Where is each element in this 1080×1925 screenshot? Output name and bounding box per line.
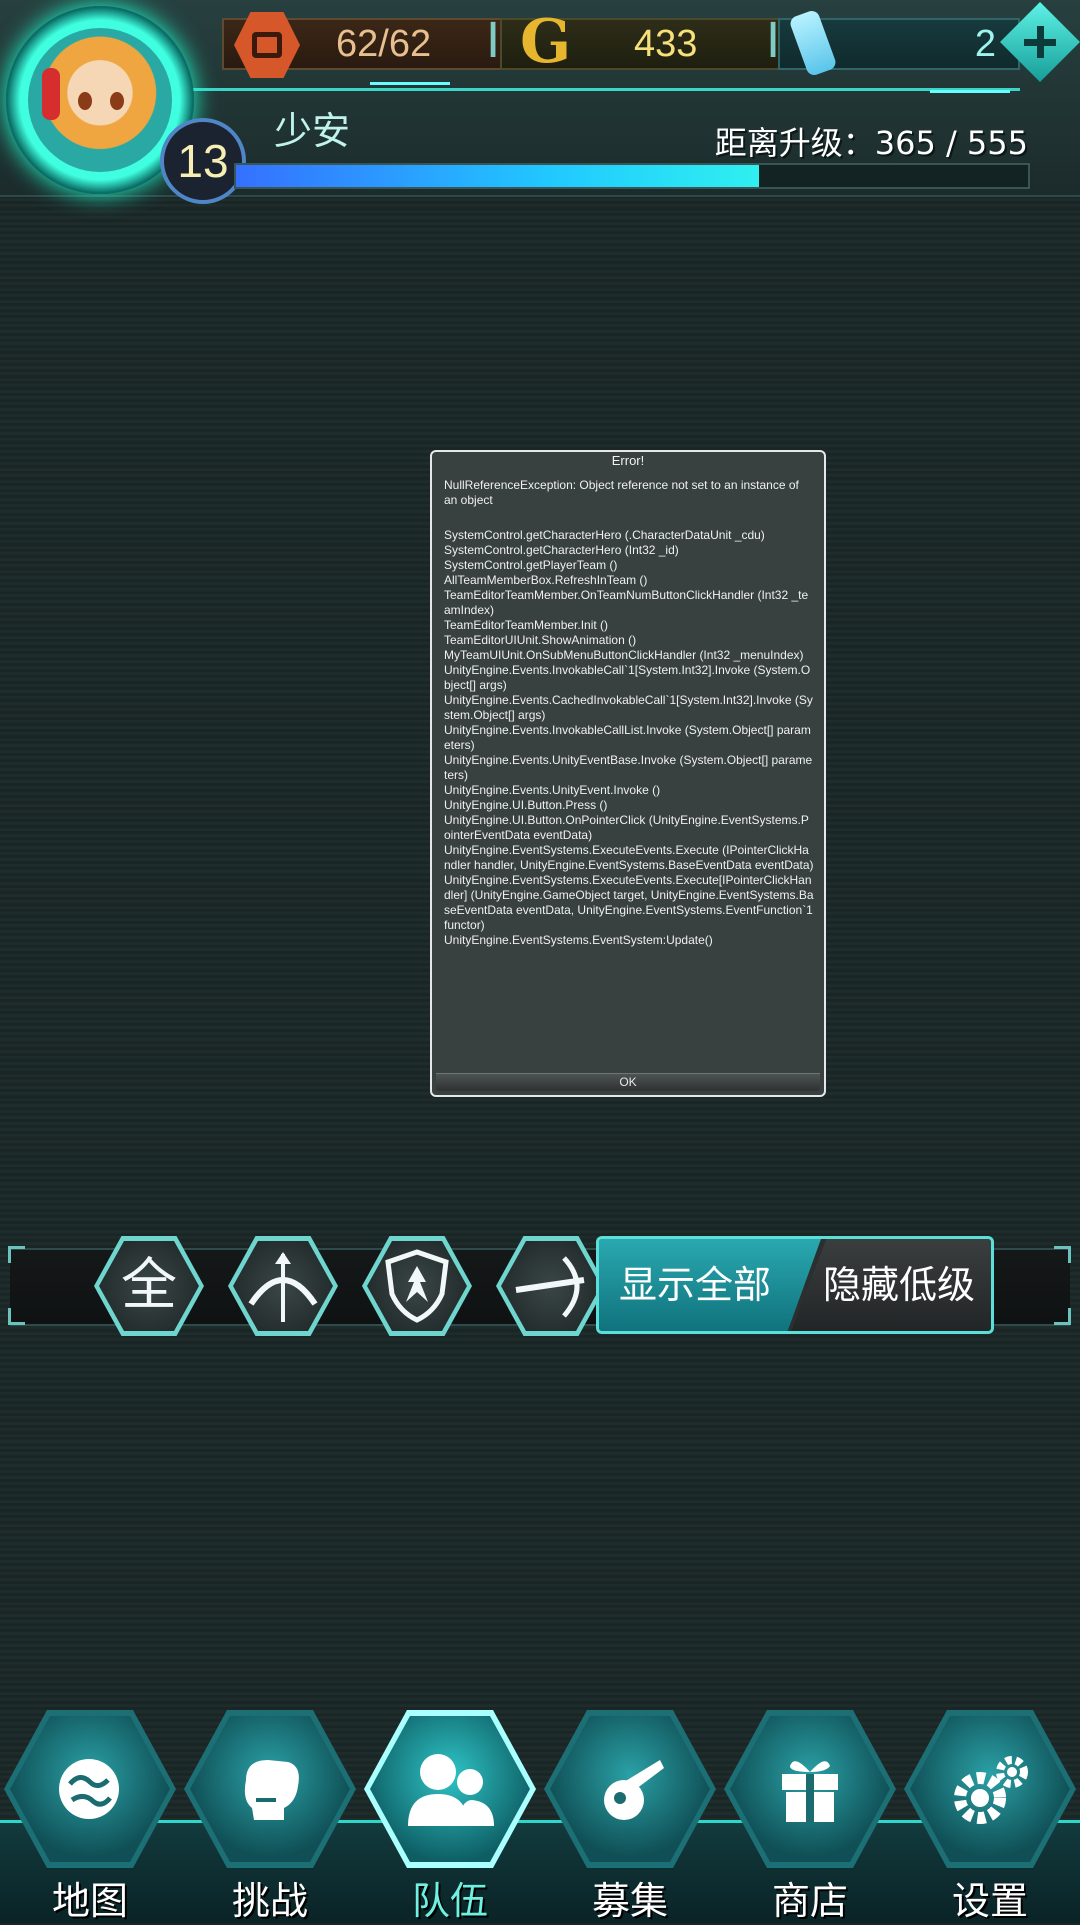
nav-label-recruit: 募集 bbox=[591, 1879, 668, 1923]
map-icon bbox=[59, 1759, 119, 1819]
shield-icon bbox=[385, 1249, 449, 1323]
bow-icon bbox=[248, 1252, 318, 1322]
nav-item-team[interactable]: 队伍 bbox=[362, 1710, 538, 1923]
header-divider bbox=[180, 88, 1020, 91]
error-stack-trace: SystemControl.getCharacterHero (.Charact… bbox=[444, 528, 814, 947]
avatar-eye bbox=[110, 92, 124, 110]
team-icon bbox=[408, 1754, 494, 1826]
exp-value: 365 / 555 bbox=[874, 124, 1028, 162]
avatar-eye bbox=[78, 92, 92, 110]
gift-icon bbox=[782, 1761, 838, 1822]
nav-label-team: 队伍 bbox=[411, 1879, 488, 1923]
error-message: NullReferenceException: Object reference… bbox=[444, 478, 799, 507]
frame-corner bbox=[8, 1246, 25, 1263]
error-title: Error! bbox=[611, 453, 645, 468]
gold-counter[interactable]: G 433 bbox=[500, 12, 780, 72]
crossbow-icon bbox=[515, 1256, 585, 1318]
nav-label-map: 地图 bbox=[51, 1879, 128, 1923]
player-name: 少安 bbox=[274, 109, 351, 153]
nav-item-shop[interactable]: 商店 bbox=[722, 1710, 898, 1923]
nav-item-challenge[interactable]: 挑战 bbox=[182, 1710, 358, 1923]
stamina-value: 62/62 bbox=[336, 23, 432, 65]
recruit-icon bbox=[604, 1760, 664, 1820]
exp-progress-fill bbox=[236, 165, 759, 187]
nav-item-map[interactable]: 地图 bbox=[2, 1710, 178, 1923]
add-currency-button[interactable] bbox=[1000, 2, 1080, 82]
exp-label: 距离升级：365 / 555 bbox=[715, 118, 1028, 164]
ok-button[interactable]: OK bbox=[436, 1073, 820, 1091]
frame-corner bbox=[1054, 1308, 1071, 1325]
boxing-glove-icon bbox=[244, 1760, 299, 1820]
frame-corner bbox=[1054, 1246, 1071, 1263]
player-avatar[interactable] bbox=[28, 28, 172, 172]
gem-value: 2 bbox=[974, 23, 996, 65]
gear-icon bbox=[954, 1756, 1028, 1824]
nav-label-challenge: 挑战 bbox=[231, 1879, 308, 1923]
gold-value: 433 bbox=[634, 23, 698, 65]
hide-low-level-label: 隐藏低级 bbox=[823, 1263, 976, 1307]
stamina-icon bbox=[234, 12, 300, 78]
header-accent-line bbox=[370, 82, 450, 85]
frame-corner bbox=[8, 1308, 25, 1325]
gem-bottle-icon bbox=[788, 8, 838, 78]
gold-coin-icon: G bbox=[520, 7, 572, 77]
level-badge: 13 bbox=[160, 118, 246, 204]
show-all-button[interactable]: 显示全部 bbox=[599, 1239, 821, 1331]
stamina-counter[interactable]: 62/62 bbox=[222, 12, 502, 78]
top-status-bar: [ 62/62 I G 433 I 2 13 少安 距离升级：365 / 555 bbox=[0, 0, 1080, 204]
show-all-label: 显示全部 bbox=[619, 1263, 772, 1307]
nav-item-recruit[interactable]: 募集 bbox=[542, 1710, 718, 1923]
display-toggle[interactable]: 隐藏低级 显示全部 bbox=[596, 1236, 994, 1334]
header-accent-line bbox=[930, 90, 1010, 93]
headphones-detail bbox=[42, 68, 60, 120]
nav-label-settings: 设置 bbox=[951, 1879, 1028, 1923]
hide-low-level-button[interactable]: 隐藏低级 bbox=[789, 1239, 991, 1331]
gem-counter[interactable]: 2 bbox=[778, 8, 1020, 78]
exp-progress-bar bbox=[234, 163, 1030, 189]
nav-item-settings[interactable]: 设置 bbox=[902, 1710, 1078, 1923]
error-dialog: Error! NullReferenceException: Object re… bbox=[430, 450, 826, 1097]
nav-label-shop: 商店 bbox=[771, 1879, 848, 1923]
exp-label-text: 距离升级： bbox=[714, 124, 875, 162]
